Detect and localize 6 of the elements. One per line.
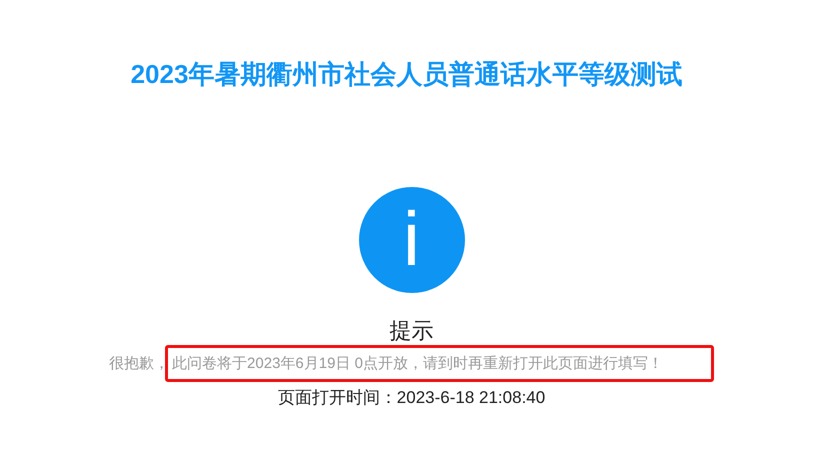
open-time-value: 2023-6-18 21:08:40	[396, 388, 546, 407]
info-icon: i	[358, 187, 464, 293]
page-title: 2023年暑期衢州市社会人员普通话水平等级测试	[130, 58, 682, 91]
highlighted-message: 此问卷将于2023年6月19日 0点开放，请到时再重新打开此页面进行填写！	[165, 345, 714, 382]
notice-heading: 提示	[390, 317, 434, 345]
open-time-label: 页面打开时间：	[278, 388, 397, 407]
